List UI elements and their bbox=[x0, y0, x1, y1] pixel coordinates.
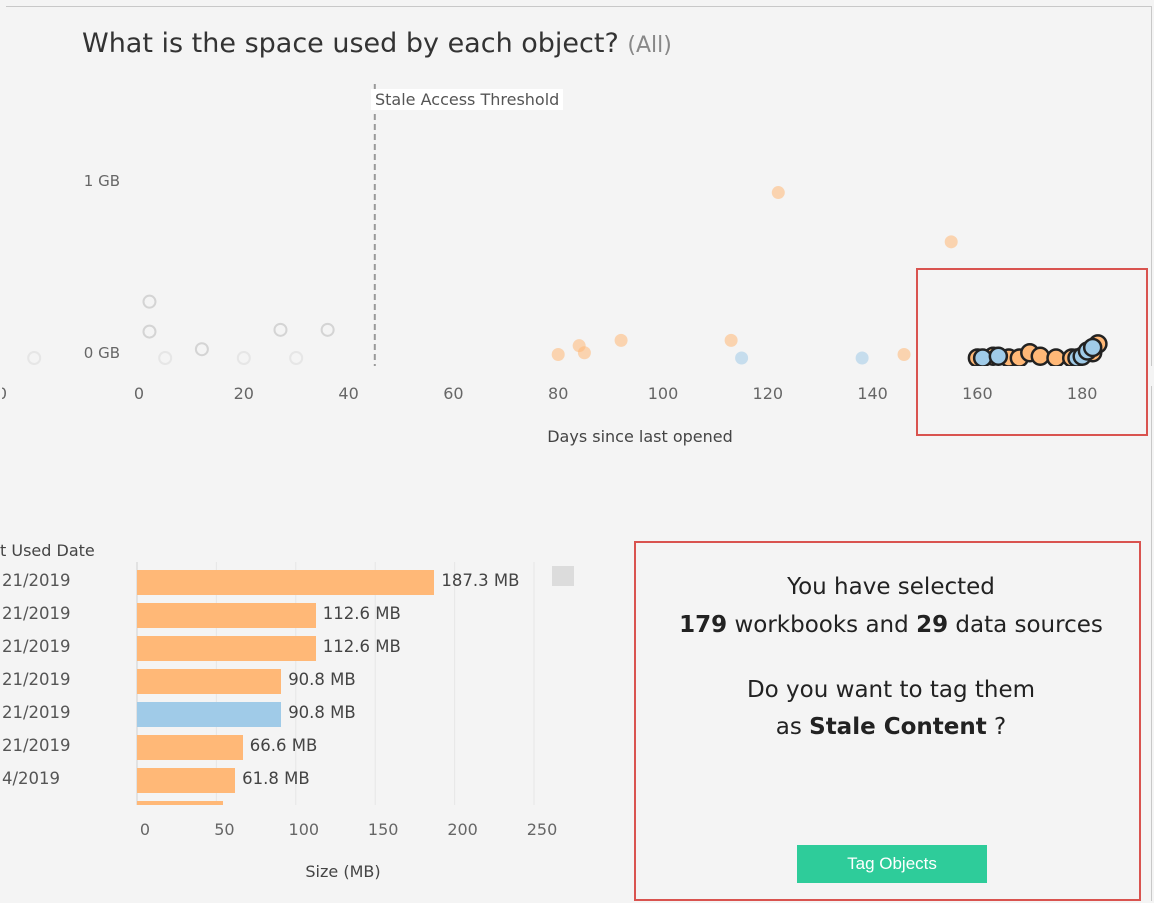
scatter-point-workbook[interactable] bbox=[897, 347, 911, 361]
workbooks-text: workbooks and bbox=[727, 612, 917, 638]
selection-counts: 179 workbooks and 29 data sources bbox=[641, 612, 1141, 638]
bar-date-label: 21/2019 bbox=[2, 736, 71, 755]
bar[interactable] bbox=[137, 636, 316, 661]
workbooks-count: 179 bbox=[679, 612, 728, 638]
scatter-point-workbook[interactable] bbox=[724, 333, 738, 347]
bar-date-label: 4/2019 bbox=[2, 769, 61, 788]
bar-value-label: 90.8 MB bbox=[288, 703, 356, 722]
tag-question-line2: as Stale Content ? bbox=[641, 714, 1141, 740]
bar-x-tick: 50 bbox=[214, 820, 235, 839]
tag-question: Do you want to tag them bbox=[746, 677, 1036, 703]
scatter-point-data-source[interactable] bbox=[855, 351, 869, 365]
scatter-x-tick: 140 bbox=[857, 384, 888, 403]
bar[interactable] bbox=[137, 768, 236, 793]
sources-count: 29 bbox=[916, 612, 949, 638]
bar[interactable] bbox=[137, 735, 243, 760]
scatter-point-workbook[interactable] bbox=[614, 333, 628, 347]
bar-value-label: 66.6 MB bbox=[249, 736, 318, 755]
bar[interactable] bbox=[137, 603, 316, 628]
scatter-point-data-source[interactable] bbox=[735, 351, 749, 365]
bar-value-label: 112.6 MB bbox=[322, 637, 401, 656]
tag-objects-button[interactable]: Tag Objects bbox=[797, 845, 987, 883]
bar[interactable] bbox=[137, 702, 282, 727]
scatter-x-tick: 100 bbox=[647, 384, 679, 403]
bar-date-label: 21/2019 bbox=[2, 637, 71, 656]
bar[interactable] bbox=[137, 669, 282, 694]
sources-text: data sources bbox=[948, 612, 1103, 638]
bar-value-label: 112.6 MB bbox=[322, 604, 401, 623]
bar-x-tick: 100 bbox=[288, 820, 320, 839]
selection-summary-line: You have selected bbox=[787, 574, 995, 600]
bar-value-label: 90.8 MB bbox=[288, 670, 356, 689]
question-mark: ? bbox=[986, 714, 1007, 740]
bar-date-label: 21/2019 bbox=[2, 571, 71, 590]
bar-partial[interactable] bbox=[137, 801, 223, 805]
bar-date-label: 21/2019 bbox=[2, 703, 71, 722]
bar-date-label: 21/2019 bbox=[2, 604, 71, 623]
scatter-highlight-box bbox=[916, 268, 1148, 436]
legend-square[interactable] bbox=[552, 566, 574, 586]
bar-chart-grid bbox=[136, 562, 535, 805]
scatter-point-workbook[interactable] bbox=[771, 186, 785, 200]
bar-x-tick: 250 bbox=[526, 820, 558, 839]
bar-x-tick: 200 bbox=[447, 820, 478, 839]
bar[interactable] bbox=[137, 570, 435, 595]
bar-date-label: 21/2019 bbox=[2, 670, 71, 689]
tag-name: Stale Content bbox=[809, 714, 987, 740]
bar-x-axis-title: Size (MB) bbox=[305, 862, 381, 881]
bar-x-tick: 150 bbox=[367, 820, 399, 839]
scatter-point-workbook[interactable] bbox=[944, 235, 958, 249]
bar-value-label: 187.3 MB bbox=[441, 571, 520, 590]
bar-x-tick: 0 bbox=[139, 820, 151, 839]
bar-value-label: 61.8 MB bbox=[242, 769, 310, 788]
as-text: as bbox=[775, 714, 810, 740]
scatter-x-tick: 120 bbox=[752, 384, 784, 403]
